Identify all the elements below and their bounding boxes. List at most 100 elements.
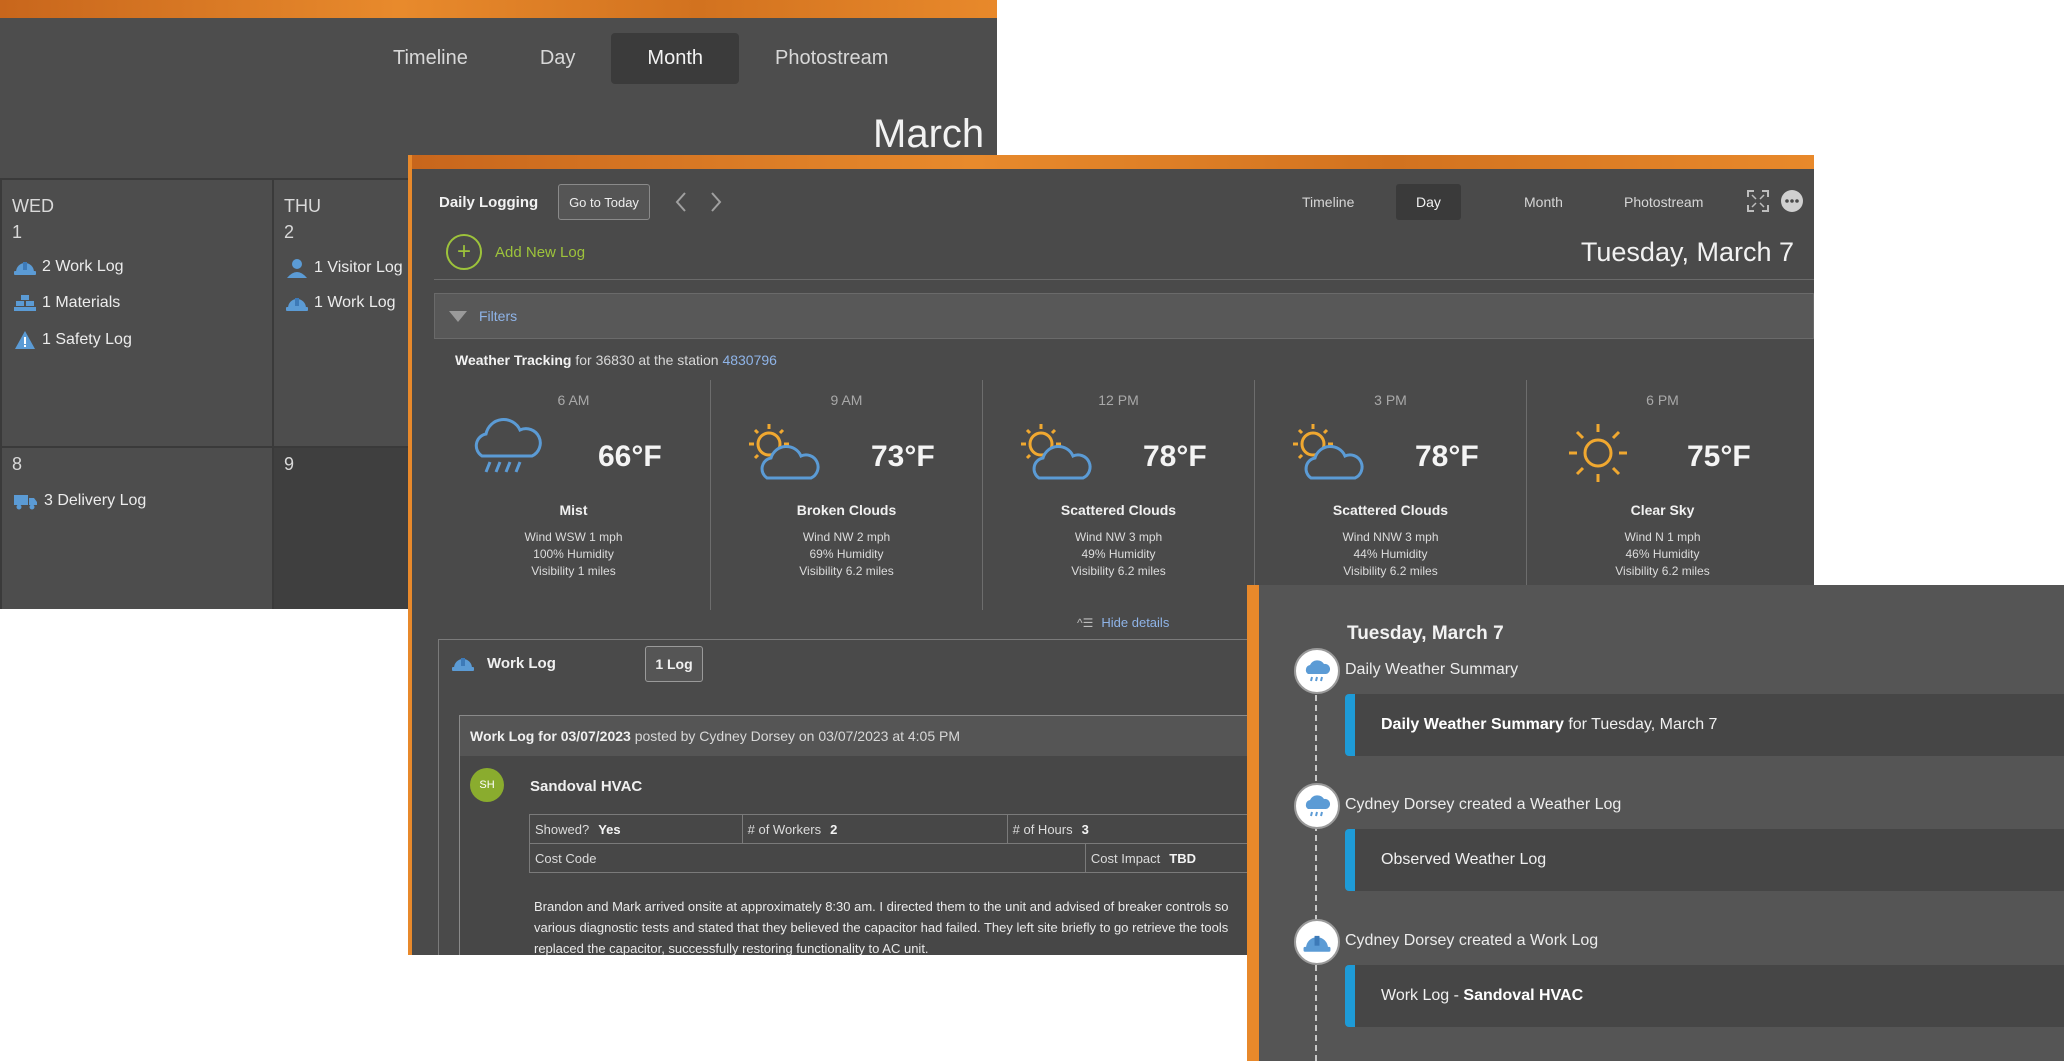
filters-toggle[interactable]: Filters [434, 293, 1814, 339]
warning-icon [15, 331, 35, 349]
company-name: Sandoval HVAC [530, 778, 643, 795]
forecast-condition: Scattered Clouds [1060, 502, 1177, 518]
add-new-log-button[interactable]: + Add New Log [446, 234, 585, 270]
timeline-card[interactable]: Daily Weather Summary for Tuesday, March… [1345, 694, 2064, 756]
entry-label: 1 Materials [42, 294, 121, 311]
timeline-line [1315, 685, 1317, 1061]
timeline-event-label: Daily Weather Summary [1345, 661, 1519, 678]
tab-month[interactable]: Month [611, 33, 740, 84]
rain-cloud-icon [1294, 783, 1340, 829]
prev-day-button[interactable] [674, 191, 688, 219]
next-day-button[interactable] [709, 191, 723, 219]
day-of-week: WED [12, 196, 54, 216]
rain-cloud-icon [468, 418, 544, 481]
app-title: Daily Logging [439, 194, 539, 211]
rain-cloud-icon [1294, 648, 1340, 694]
station-link[interactable]: 4830796 [722, 352, 777, 368]
forecast-card: 6 AM 66°F Mist Wind WSW 1 mph 100% Humid… [438, 380, 709, 610]
tab-day[interactable]: Day [504, 33, 612, 84]
entry-label: 1 Visitor Log [314, 259, 403, 276]
forecast-card: 6 PM 75°F Clear Sky Wind N 1 mph 46% Hum… [1526, 380, 1798, 610]
go-to-today-button[interactable]: Go to Today [558, 184, 650, 220]
table-cell: Showed? Yes [529, 814, 743, 844]
work-log-details-table: Showed? Yes # of Workers 2 # of Hours 3 Cos… [529, 814, 1330, 873]
day-number: 8 [12, 454, 23, 474]
add-new-log-label: Add New Log [495, 243, 586, 261]
avatar: SH [470, 768, 504, 802]
forecast-condition: Clear Sky [1630, 502, 1695, 518]
forecast-visibility: Visibility 6.2 miles [1343, 564, 1438, 578]
card-text: Work Log - [1381, 987, 1464, 1004]
tab-timeline[interactable]: Timeline [1282, 184, 1374, 220]
forecast-condition: Mist [559, 502, 588, 518]
forecast-wind: Wind NW 2 mph [802, 530, 891, 544]
forecast-card: 12 PM 78°F Scattered Clouds Wind NW 3 mp… [982, 380, 1254, 610]
calendar-entry[interactable]: 1 Visitor Log [286, 258, 403, 278]
view-tabs: Timeline Day Month Photostream [357, 33, 924, 84]
table-row: Showed? Yes # of Workers 2 # of Hours 3 [529, 814, 1330, 844]
day-of-week: THU [284, 196, 321, 216]
timeline-card[interactable]: Observed Weather Log [1345, 829, 2064, 891]
tab-month[interactable]: Month [1504, 184, 1583, 220]
forecast-temp: 78°F [1143, 440, 1207, 473]
sun-icon [1563, 418, 1633, 493]
forecast-time: 12 PM [1098, 392, 1139, 408]
more-icon [1781, 190, 1803, 212]
forecast-temp: 75°F [1687, 440, 1751, 473]
calendar-entry[interactable]: 3 Delivery Log [14, 492, 146, 510]
forecast-card: 9 AM 73°F Broken Clouds Wind NW 2 mph 69… [710, 380, 982, 610]
forecast-condition: Scattered Clouds [1332, 502, 1449, 518]
calendar-day-cell[interactable]: 8 3 Delivery Log [0, 446, 272, 609]
plus-icon: + [446, 234, 482, 270]
hide-details-toggle[interactable]: ^☰ Hide details [1077, 615, 1169, 630]
weather-for: for 36830 at the station [575, 352, 719, 368]
materials-icon [14, 295, 36, 311]
forecast-wind: Wind NW 3 mph [1074, 530, 1163, 544]
forecast-humidity: 46% Humidity [1625, 547, 1700, 561]
calendar-day-cell[interactable]: WED 1 2 Work Log 1 Materials 1 Safety Lo… [0, 178, 272, 446]
work-log-header: Work Log [451, 654, 556, 672]
timeline-event-label: Cydney Dorsey created a Weather Log [1345, 796, 1622, 813]
triangle-down-icon [449, 310, 467, 322]
filters-label: Filters [479, 308, 518, 324]
forecast-time: 6 AM [557, 392, 590, 408]
header-banner [412, 155, 1814, 169]
timeline-card[interactable]: Work Log - Sandoval HVAC [1345, 965, 2064, 1027]
entry-title: Work Log for 03/07/2023 [470, 728, 631, 744]
cell-label: Cost Code [535, 850, 597, 866]
calendar-entry[interactable]: 1 Materials [14, 294, 120, 312]
cell-label: # of Workers [747, 821, 822, 837]
weather-forecast-row: 6 AM 66°F Mist Wind WSW 1 mph 100% Humid… [438, 380, 1800, 610]
log-count-badge[interactable]: 1 Log [645, 646, 703, 682]
fullscreen-button[interactable] [1747, 190, 1769, 217]
forecast-temp: 73°F [871, 440, 935, 473]
notes-line: replaced the capacitor, successfully res… [534, 941, 929, 955]
forecast-humidity: 100% Humidity [533, 547, 614, 561]
forecast-wind: Wind NNW 3 mph [1342, 530, 1439, 544]
chevron-left-icon [675, 192, 686, 212]
partly-cloudy-icon [1285, 418, 1371, 491]
entry-meta: posted by Cydney Dorsey on 03/07/2023 at… [634, 728, 961, 744]
forecast-visibility: Visibility 1 miles [531, 564, 616, 578]
forecast-condition: Broken Clouds [796, 502, 897, 518]
forecast-wind: Wind WSW 1 mph [524, 530, 623, 544]
forecast-visibility: Visibility 6.2 miles [1071, 564, 1166, 578]
forecast-card: 3 PM 78°F Scattered Clouds Wind NNW 3 mp… [1254, 380, 1526, 610]
calendar-entry[interactable]: 1 Work Log [286, 294, 396, 312]
tab-timeline[interactable]: Timeline [357, 33, 504, 84]
tab-day[interactable]: Day [1396, 184, 1461, 220]
tab-photostream[interactable]: Photostream [739, 33, 924, 84]
more-options-button[interactable] [1780, 189, 1804, 218]
forecast-humidity: 69% Humidity [809, 547, 884, 561]
calendar-entry[interactable]: 2 Work Log [14, 258, 124, 276]
month-title: March [873, 112, 985, 156]
cell-value: 2 [830, 821, 838, 837]
day-number: 1 [12, 222, 23, 242]
forecast-temp: 78°F [1415, 440, 1479, 473]
tab-photostream[interactable]: Photostream [1604, 184, 1723, 220]
entry-label: 2 Work Log [42, 258, 124, 275]
entry-label: 3 Delivery Log [44, 492, 147, 509]
truck-icon [14, 495, 37, 510]
hardhat-icon [452, 658, 474, 671]
calendar-entry[interactable]: 1 Safety Log [14, 330, 132, 350]
